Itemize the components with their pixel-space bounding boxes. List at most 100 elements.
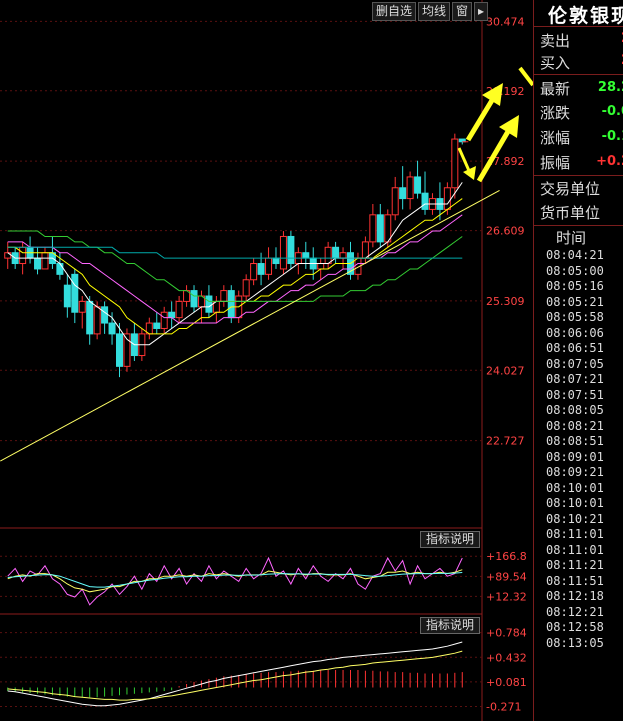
candle-body — [399, 187, 407, 200]
candle-body — [287, 235, 295, 265]
divider — [534, 175, 623, 176]
candle-body — [324, 246, 332, 265]
tick-time: 08:08:05 — [546, 403, 604, 417]
amplitude-row: 振幅 — [540, 154, 571, 172]
candle-body — [227, 290, 235, 319]
candle-body — [279, 235, 287, 270]
candle-body — [78, 300, 86, 313]
candle-body — [205, 295, 213, 313]
last-value: 28.2 — [597, 80, 623, 95]
tick-time: 08:10:21 — [546, 511, 604, 526]
indicator-help-button-1[interactable]: 指标说明 — [420, 531, 480, 548]
tick-time: 08:08:51 — [546, 434, 604, 448]
currency-unit-row: 货币单位 — [540, 204, 601, 222]
amplitude-value: +0.2 — [596, 154, 623, 169]
tick-time: 08:10:01 — [546, 496, 604, 510]
candle-body — [391, 187, 399, 216]
tick-time: 08:11:51 — [546, 573, 604, 588]
candle-body — [265, 257, 273, 275]
moving-average-button[interactable]: 均线 — [418, 2, 451, 21]
change-pct-row: 涨幅 — [540, 129, 571, 147]
macd-tick-label: +0.784 — [486, 627, 527, 640]
macd-line — [7, 641, 463, 707]
chart-toolbar: 删自选 均线 窗 ▸ — [372, 2, 489, 21]
tick-time: 08:13:05 — [546, 635, 604, 650]
tick-time: 08:05:00 — [546, 263, 604, 278]
candle-body — [93, 306, 101, 335]
price-gridlines — [0, 0, 483, 721]
osc-tick-label: +166.8 — [486, 550, 527, 563]
candle-body — [302, 252, 310, 259]
trade-unit-row: 交易单位 — [540, 180, 601, 198]
change-value: -0.0 — [601, 104, 623, 119]
kline-chart-area: 30.47429.19227.89226.60925.30924.02722.7… — [0, 0, 533, 721]
moving-average-line — [7, 198, 463, 335]
tick-time: 08:05:58 — [546, 310, 604, 324]
arrow-up-long — [465, 95, 497, 142]
last-row: 最新 — [540, 80, 571, 98]
candle-body — [56, 263, 64, 275]
expand-arrow-icon[interactable]: ▸ — [474, 2, 489, 21]
candle-body — [384, 214, 392, 243]
tick-time: 08:05:16 — [546, 279, 604, 293]
candle-body — [108, 322, 116, 335]
candle-body — [220, 290, 228, 302]
macd-line — [7, 650, 463, 701]
tick-time: 08:07:21 — [546, 372, 604, 386]
tick-time: 08:06:51 — [546, 341, 604, 355]
osc-tick-label: +89.54 — [486, 570, 527, 583]
tick-time: 08:12:18 — [546, 589, 604, 603]
divider — [534, 225, 623, 226]
indicator-help-button-2[interactable]: 指标说明 — [420, 617, 480, 634]
price-tick-label: 24.027 — [486, 364, 525, 377]
osc-tick-label: +12.32 — [486, 590, 527, 603]
candle-body — [250, 263, 258, 281]
tick-time: 08:12:58 — [546, 620, 604, 634]
macd-tick-label: -0.271 — [486, 700, 521, 713]
tick-time: 08:04:21 — [546, 248, 604, 262]
tick-time: 08:11:21 — [546, 558, 604, 572]
candle-body — [160, 311, 168, 329]
candle-body — [332, 246, 340, 259]
tick-time: 08:11:01 — [546, 542, 604, 557]
arrow-down-small — [457, 147, 472, 174]
candle-body — [272, 257, 280, 265]
arrow-down-long — [518, 66, 533, 87]
tick-time: 08:09:21 — [546, 465, 604, 479]
oscillator-line — [7, 572, 463, 588]
change-pct-value: -0.1 — [601, 129, 623, 144]
candle-body — [257, 263, 265, 275]
window-button[interactable]: 窗 — [452, 2, 473, 21]
candle-body — [41, 252, 49, 270]
bid-row: 买入 — [540, 54, 571, 72]
candle-body — [86, 300, 94, 335]
instrument-name: 伦敦银现 — [548, 5, 623, 27]
candle-body — [101, 306, 109, 324]
time-header: 时间 — [556, 229, 587, 247]
oscillator-line — [7, 569, 463, 593]
price-tick-label: 26.609 — [486, 225, 525, 238]
delete-watchlist-button[interactable]: 删自选 — [372, 2, 417, 21]
tick-time: 08:05:21 — [546, 294, 604, 309]
macd-tick-label: +0.432 — [486, 651, 527, 664]
tick-time: 08:09:01 — [546, 449, 604, 464]
oscillator-panel — [7, 556, 463, 606]
candle-body — [443, 187, 451, 210]
tick-time: 08:08:21 — [546, 418, 604, 433]
tick-time: 08:07:51 — [546, 387, 604, 402]
candle-body — [361, 241, 369, 259]
candle-body — [34, 257, 42, 270]
tick-time: 08:11:01 — [546, 527, 604, 541]
candle-body — [63, 284, 71, 308]
change-row: 涨跌 — [540, 104, 571, 122]
candle-body — [19, 246, 27, 265]
tick-time: 08:06:06 — [546, 325, 604, 340]
candle-body — [376, 214, 384, 243]
candle-body — [339, 252, 347, 259]
tick-time: 08:12:21 — [546, 604, 604, 619]
price-panel — [0, 133, 500, 462]
price-tick-label: 30.474 — [486, 15, 525, 28]
candle-body — [168, 311, 176, 319]
candle-body — [242, 279, 250, 297]
candle-body — [71, 273, 79, 313]
